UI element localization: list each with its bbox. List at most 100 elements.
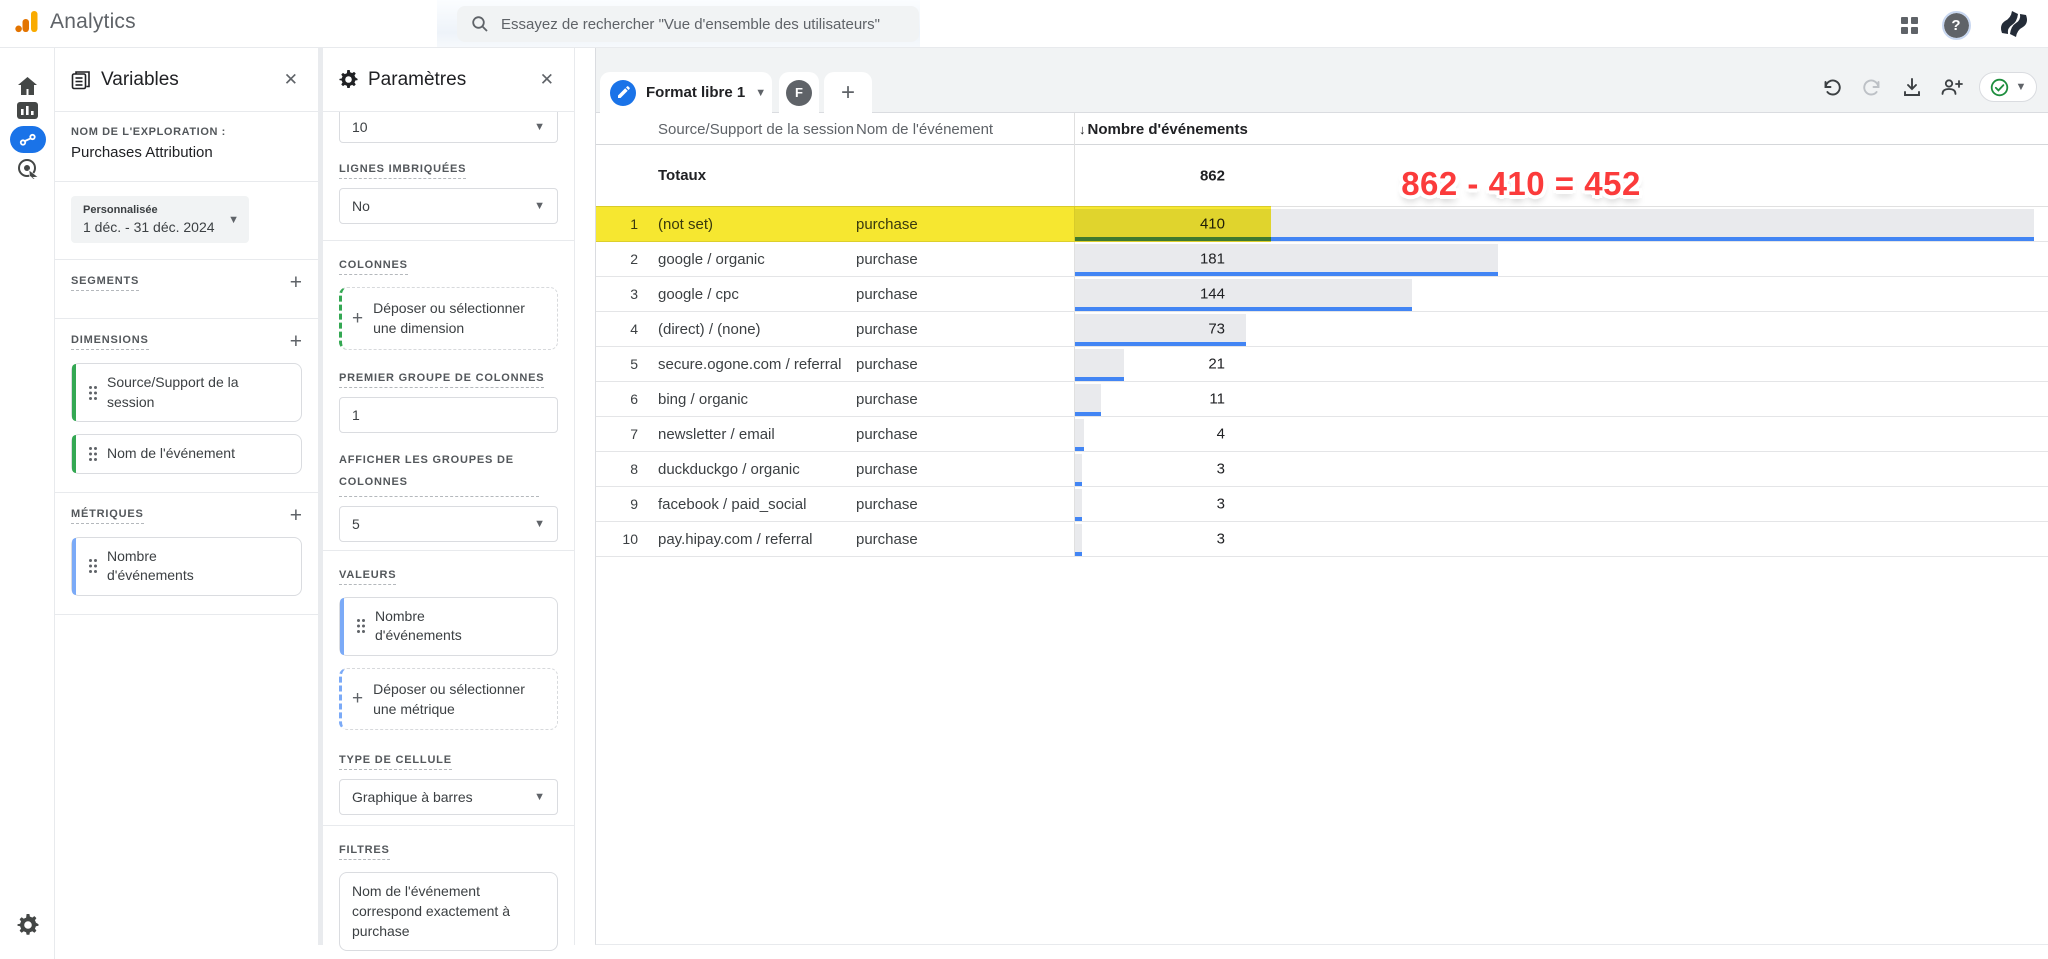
row-metric-value: 3 [1075,531,1225,548]
first-col-group-label: PREMIER GROUPE DE COLONNES [339,372,544,388]
header-event[interactable]: Nom de l'événement [856,121,1074,138]
row-event: purchase [856,286,1074,303]
show-rows-value: 10 [352,119,368,135]
table-row[interactable]: 3google / cpcpurchase144 [596,277,2048,312]
settings-gear-icon[interactable] [0,914,55,936]
row-metric-value: 144 [1075,286,1225,303]
chevron-down-icon: ▼ [2016,81,2027,93]
annotation-text: 862 - 410 = 452 [1361,165,1681,203]
show-col-groups-value: 5 [352,516,360,532]
table-row[interactable]: 6bing / organicpurchase11 [596,382,2048,417]
row-metric-value: 73 [1075,321,1225,338]
variables-panel: Variables ✕ NOM DE L'EXPLORATION : Purch… [55,48,318,945]
table-row[interactable]: 5secure.ogone.com / referralpurchase21 [596,347,2048,382]
nested-rows-label: LIGNES IMBRIQUÉES [339,163,466,179]
dimensions-label: DIMENSIONS [71,334,149,350]
tab-f[interactable]: F [779,72,819,113]
first-col-group-input[interactable]: 1 [339,397,558,433]
analytics-brand[interactable]: Analytics [14,8,136,35]
variables-icon [71,70,91,90]
filter-chip[interactable]: Nom de l'événement correspond exactement… [339,872,558,951]
table-rows: 1(not set)purchase4102google / organicpu… [596,207,2048,557]
search-input[interactable] [501,16,905,33]
search-icon [471,15,489,33]
nested-rows-select[interactable]: No ▼ [339,188,558,224]
add-dimension-button[interactable]: + [290,333,302,351]
table-row[interactable]: 10pay.hipay.com / referralpurchase3 [596,522,2048,557]
table-row[interactable]: 9facebook / paid_socialpurchase3 [596,487,2048,522]
undo-icon[interactable] [1819,74,1845,100]
header-metric[interactable]: ↓ Nombre d'événements [1074,113,2034,145]
close-variables-icon[interactable]: ✕ [280,66,302,94]
add-tab-button[interactable]: + [824,72,872,113]
values-dropzone[interactable]: + Déposer ou sélectionner une métrique [339,668,558,731]
dimension-chip-label: Source/Support de la session [107,373,267,412]
chevron-down-icon[interactable]: ▼ [755,87,766,99]
nested-rows-value: No [352,198,370,214]
drag-handle-icon[interactable] [88,385,98,401]
tab-format-libre-1[interactable]: Format libre 1 ▼ [600,72,772,113]
row-event: purchase [856,461,1074,478]
download-icon[interactable] [1899,74,1925,100]
add-metric-button[interactable]: + [290,507,302,525]
header-source[interactable]: Source/Support de la session [658,121,856,138]
drag-handle-icon[interactable] [356,618,366,634]
table-row[interactable]: 7newsletter / emailpurchase4 [596,417,2048,452]
table-row[interactable]: 2google / organicpurchase181 [596,242,2048,277]
saved-check-icon [1990,78,2009,97]
explore-icon[interactable] [0,126,55,153]
advertising-icon[interactable] [0,158,55,179]
row-source: pay.hipay.com / referral [658,531,856,548]
metric-chip[interactable]: Nombre d'événements [71,537,302,596]
dimension-chip[interactable]: Nom de l'événement [71,434,302,474]
cell-type-select[interactable]: Graphique à barres ▼ [339,779,558,815]
row-source: newsletter / email [658,426,856,443]
settings-panel: Paramètres ✕ 10 ▼ LIGNES IMBRIQUÉES No ▼… [323,48,575,945]
value-chip[interactable]: Nombre d'événements [339,597,558,656]
chevron-down-icon: ▼ [228,214,239,226]
top-app-bar: Analytics ? [0,0,2048,48]
sort-desc-icon: ↓ [1079,122,1086,137]
row-metric-value: 3 [1075,496,1225,513]
drag-handle-icon[interactable] [88,558,98,574]
dimension-chip[interactable]: Source/Support de la session [71,363,302,422]
columns-dropzone[interactable]: + Déposer ou sélectionner une dimension [339,287,558,350]
row-event: purchase [856,496,1074,513]
show-rows-select[interactable]: 10 ▼ [339,112,558,143]
table-row[interactable]: 8duckduckgo / organicpurchase3 [596,452,2048,487]
exploration-canvas: Format libre 1 ▼ F + [595,48,2048,945]
row-event: purchase [856,391,1074,408]
share-users-icon[interactable] [1939,74,1965,100]
row-event: purchase [856,531,1074,548]
date-range-selector[interactable]: Personnalisée 1 déc. - 31 déc. 2024 ▼ [71,196,249,243]
nav-rail [0,48,55,959]
row-source: duckduckgo / organic [658,461,856,478]
help-icon[interactable]: ? [1943,12,1969,38]
row-event: purchase [856,321,1074,338]
show-col-groups-label: AFFICHER LES GROUPES DE COLONNES [339,449,539,497]
redo-icon[interactable] [1859,74,1885,100]
add-segment-button[interactable]: + [290,274,302,292]
table-row[interactable]: 4(direct) / (none)purchase73 [596,312,2048,347]
row-source: google / cpc [658,286,856,303]
freeform-table: Source/Support de la session Nom de l'év… [596,113,2048,557]
close-settings-icon[interactable]: ✕ [536,66,558,94]
avatar[interactable] [1995,6,2033,42]
metrics-label: MÉTRIQUES [71,508,144,524]
drag-handle-icon[interactable] [88,446,98,462]
table-row[interactable]: 1(not set)purchase410 [596,207,2048,242]
search-bar[interactable] [457,6,919,42]
row-rank: 7 [596,426,658,442]
apps-grid-icon[interactable] [1896,12,1922,38]
row-metric-value: 11 [1075,391,1225,408]
show-col-groups-select[interactable]: 5 ▼ [339,506,558,542]
saved-status-button[interactable]: ▼ [1979,72,2037,102]
row-rank: 4 [596,321,658,337]
exploration-name[interactable]: Purchases Attribution [71,144,302,161]
tab-strip: Format libre 1 ▼ F + [596,48,2048,113]
home-icon[interactable] [0,76,55,96]
exploration-name-label: NOM DE L'EXPLORATION : [71,126,302,138]
reports-icon[interactable] [0,102,55,119]
row-source: facebook / paid_social [658,496,856,513]
row-source: secure.ogone.com / referral [658,356,856,373]
